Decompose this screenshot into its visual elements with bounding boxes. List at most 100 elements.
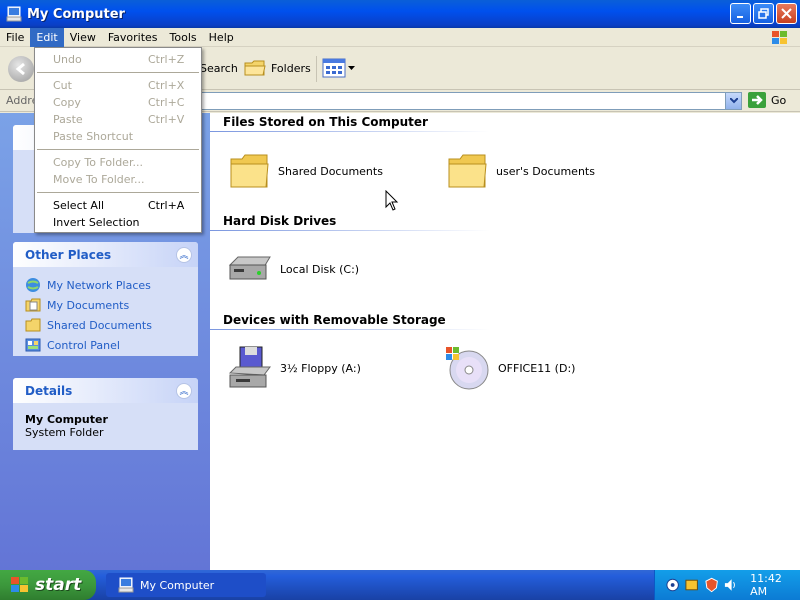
views-button[interactable] xyxy=(322,58,355,78)
back-arrow-icon xyxy=(15,62,25,76)
menu-item-label: Cut xyxy=(53,79,72,92)
menu-item-shortcut: Ctrl+Z xyxy=(148,53,185,66)
views-icon xyxy=(322,58,346,78)
menu-item-cut[interactable]: Cut Ctrl+X xyxy=(35,77,201,94)
system-tray: 11:42 AM xyxy=(654,570,800,600)
place-label: Control Panel xyxy=(47,338,120,352)
menu-separator xyxy=(37,72,199,73)
chevron-down-icon xyxy=(729,98,738,104)
group-divider xyxy=(210,230,490,231)
my-computer-icon xyxy=(6,6,22,22)
menu-item-label: Select All xyxy=(53,199,105,212)
item-users-documents[interactable]: user's Documents xyxy=(446,151,595,191)
menu-favorites[interactable]: Favorites xyxy=(102,28,164,47)
menu-item-label: Paste Shortcut xyxy=(53,130,134,143)
place-shared-documents[interactable]: Shared Documents xyxy=(25,315,186,335)
go-arrow-icon xyxy=(748,92,766,108)
address-dropdown-button[interactable] xyxy=(725,93,741,109)
cd-drive-icon xyxy=(446,347,489,390)
menu-item-shortcut: Ctrl+V xyxy=(148,113,185,126)
other-places-header[interactable]: Other Places ︽ xyxy=(13,242,198,267)
menu-bar: File Edit View Favorites Tools Help xyxy=(0,27,800,47)
window-title: My Computer xyxy=(27,6,125,22)
folder-icon xyxy=(230,154,269,188)
network-icon xyxy=(26,278,40,292)
my-computer-icon xyxy=(118,577,134,593)
item-office11-d[interactable]: OFFICE11 (D:) xyxy=(444,345,575,391)
folders-label: Folders xyxy=(271,61,311,75)
menu-item-paste[interactable]: Paste Ctrl+V xyxy=(35,111,201,128)
menu-item-label: Copy To Folder... xyxy=(53,156,143,169)
start-button[interactable]: start xyxy=(0,570,96,600)
menu-edit[interactable]: Edit xyxy=(30,27,64,47)
clock[interactable]: 11:42 AM xyxy=(750,572,800,598)
item-label: OFFICE11 (D:) xyxy=(498,361,576,375)
menu-item-label: Undo xyxy=(53,53,82,66)
floppy-icon xyxy=(228,346,271,388)
close-button[interactable] xyxy=(776,3,797,24)
details-header[interactable]: Details ︽ xyxy=(13,378,198,403)
group-title: Devices with Removable Storage xyxy=(223,313,446,327)
minimize-icon xyxy=(736,15,743,18)
item-shared-documents[interactable]: Shared Documents xyxy=(228,151,383,191)
menu-item-label: Move To Folder... xyxy=(53,173,145,186)
file-view: Files Stored on This Computer Shared Doc… xyxy=(210,113,800,570)
edit-menu-dropdown: Undo Ctrl+Z Cut Ctrl+X Copy Ctrl+C Paste… xyxy=(34,47,202,233)
back-button[interactable] xyxy=(8,56,34,82)
item-label: user's Documents xyxy=(496,164,595,178)
go-button[interactable]: Go xyxy=(748,92,786,108)
taskbar: start My Computer 11:42 AM xyxy=(0,570,800,600)
other-places-panel: Other Places ︽ My Network Places My Docu… xyxy=(13,242,198,356)
search-button[interactable]: Search xyxy=(200,62,238,75)
item-label: Local Disk (C:) xyxy=(280,262,360,276)
hard-disk-icon xyxy=(228,256,271,280)
collapse-chevron-icon[interactable]: ︽ xyxy=(176,382,192,399)
menu-item-copy-to-folder[interactable]: Copy To Folder... xyxy=(35,154,201,171)
restore-button[interactable] xyxy=(753,3,774,24)
volume-tray-icon[interactable] xyxy=(723,577,738,593)
details-title: Details xyxy=(25,383,73,398)
menu-separator xyxy=(37,149,199,150)
taskbar-item-my-computer[interactable]: My Computer xyxy=(106,573,266,597)
tray-app-icon[interactable] xyxy=(684,577,699,593)
folders-icon xyxy=(244,60,266,76)
menu-view[interactable]: View xyxy=(64,28,102,47)
menu-item-undo[interactable]: Undo Ctrl+Z xyxy=(35,51,201,68)
network-tray-icon[interactable] xyxy=(665,577,680,593)
restore-icon xyxy=(758,8,769,19)
menu-item-shortcut: Ctrl+X xyxy=(148,79,185,92)
documents-icon xyxy=(25,298,41,312)
other-places-title: Other Places xyxy=(25,247,112,262)
group-title: Files Stored on This Computer xyxy=(223,115,428,129)
menu-item-label: Invert Selection xyxy=(53,216,140,229)
start-label: start xyxy=(35,575,82,595)
place-my-network-places[interactable]: My Network Places xyxy=(25,275,186,295)
group-title: Hard Disk Drives xyxy=(223,214,337,228)
group-divider xyxy=(210,131,490,132)
menu-item-invert-selection[interactable]: Invert Selection xyxy=(35,214,201,231)
minimize-button[interactable] xyxy=(730,3,751,24)
collapse-chevron-icon[interactable]: ︽ xyxy=(176,246,192,263)
mouse-pointer-icon xyxy=(385,190,399,211)
place-control-panel[interactable]: Control Panel xyxy=(25,335,186,355)
details-name: My Computer xyxy=(25,413,108,426)
menu-file[interactable]: File xyxy=(0,28,30,47)
menu-item-paste-shortcut[interactable]: Paste Shortcut xyxy=(35,128,201,145)
menu-tools[interactable]: Tools xyxy=(164,28,203,47)
details-type: System Folder xyxy=(25,426,104,439)
windows-logo-icon xyxy=(11,577,28,592)
control-panel-icon xyxy=(25,338,41,352)
place-label: Shared Documents xyxy=(47,318,152,332)
menu-item-select-all[interactable]: Select All Ctrl+A xyxy=(35,197,201,214)
title-bar[interactable]: My Computer xyxy=(0,0,800,28)
menu-item-move-to-folder[interactable]: Move To Folder... xyxy=(35,171,201,188)
security-tray-icon[interactable] xyxy=(704,577,719,593)
item-floppy-a[interactable]: 3½ Floppy (A:) xyxy=(226,345,361,391)
item-local-disk-c[interactable]: Local Disk (C:) xyxy=(226,251,359,287)
place-my-documents[interactable]: My Documents xyxy=(25,295,186,315)
menu-help[interactable]: Help xyxy=(203,28,240,47)
folders-button[interactable]: Folders xyxy=(244,58,311,78)
menu-item-copy[interactable]: Copy Ctrl+C xyxy=(35,94,201,111)
menu-item-shortcut: Ctrl+A xyxy=(148,199,185,212)
chevron-down-icon xyxy=(348,65,355,70)
